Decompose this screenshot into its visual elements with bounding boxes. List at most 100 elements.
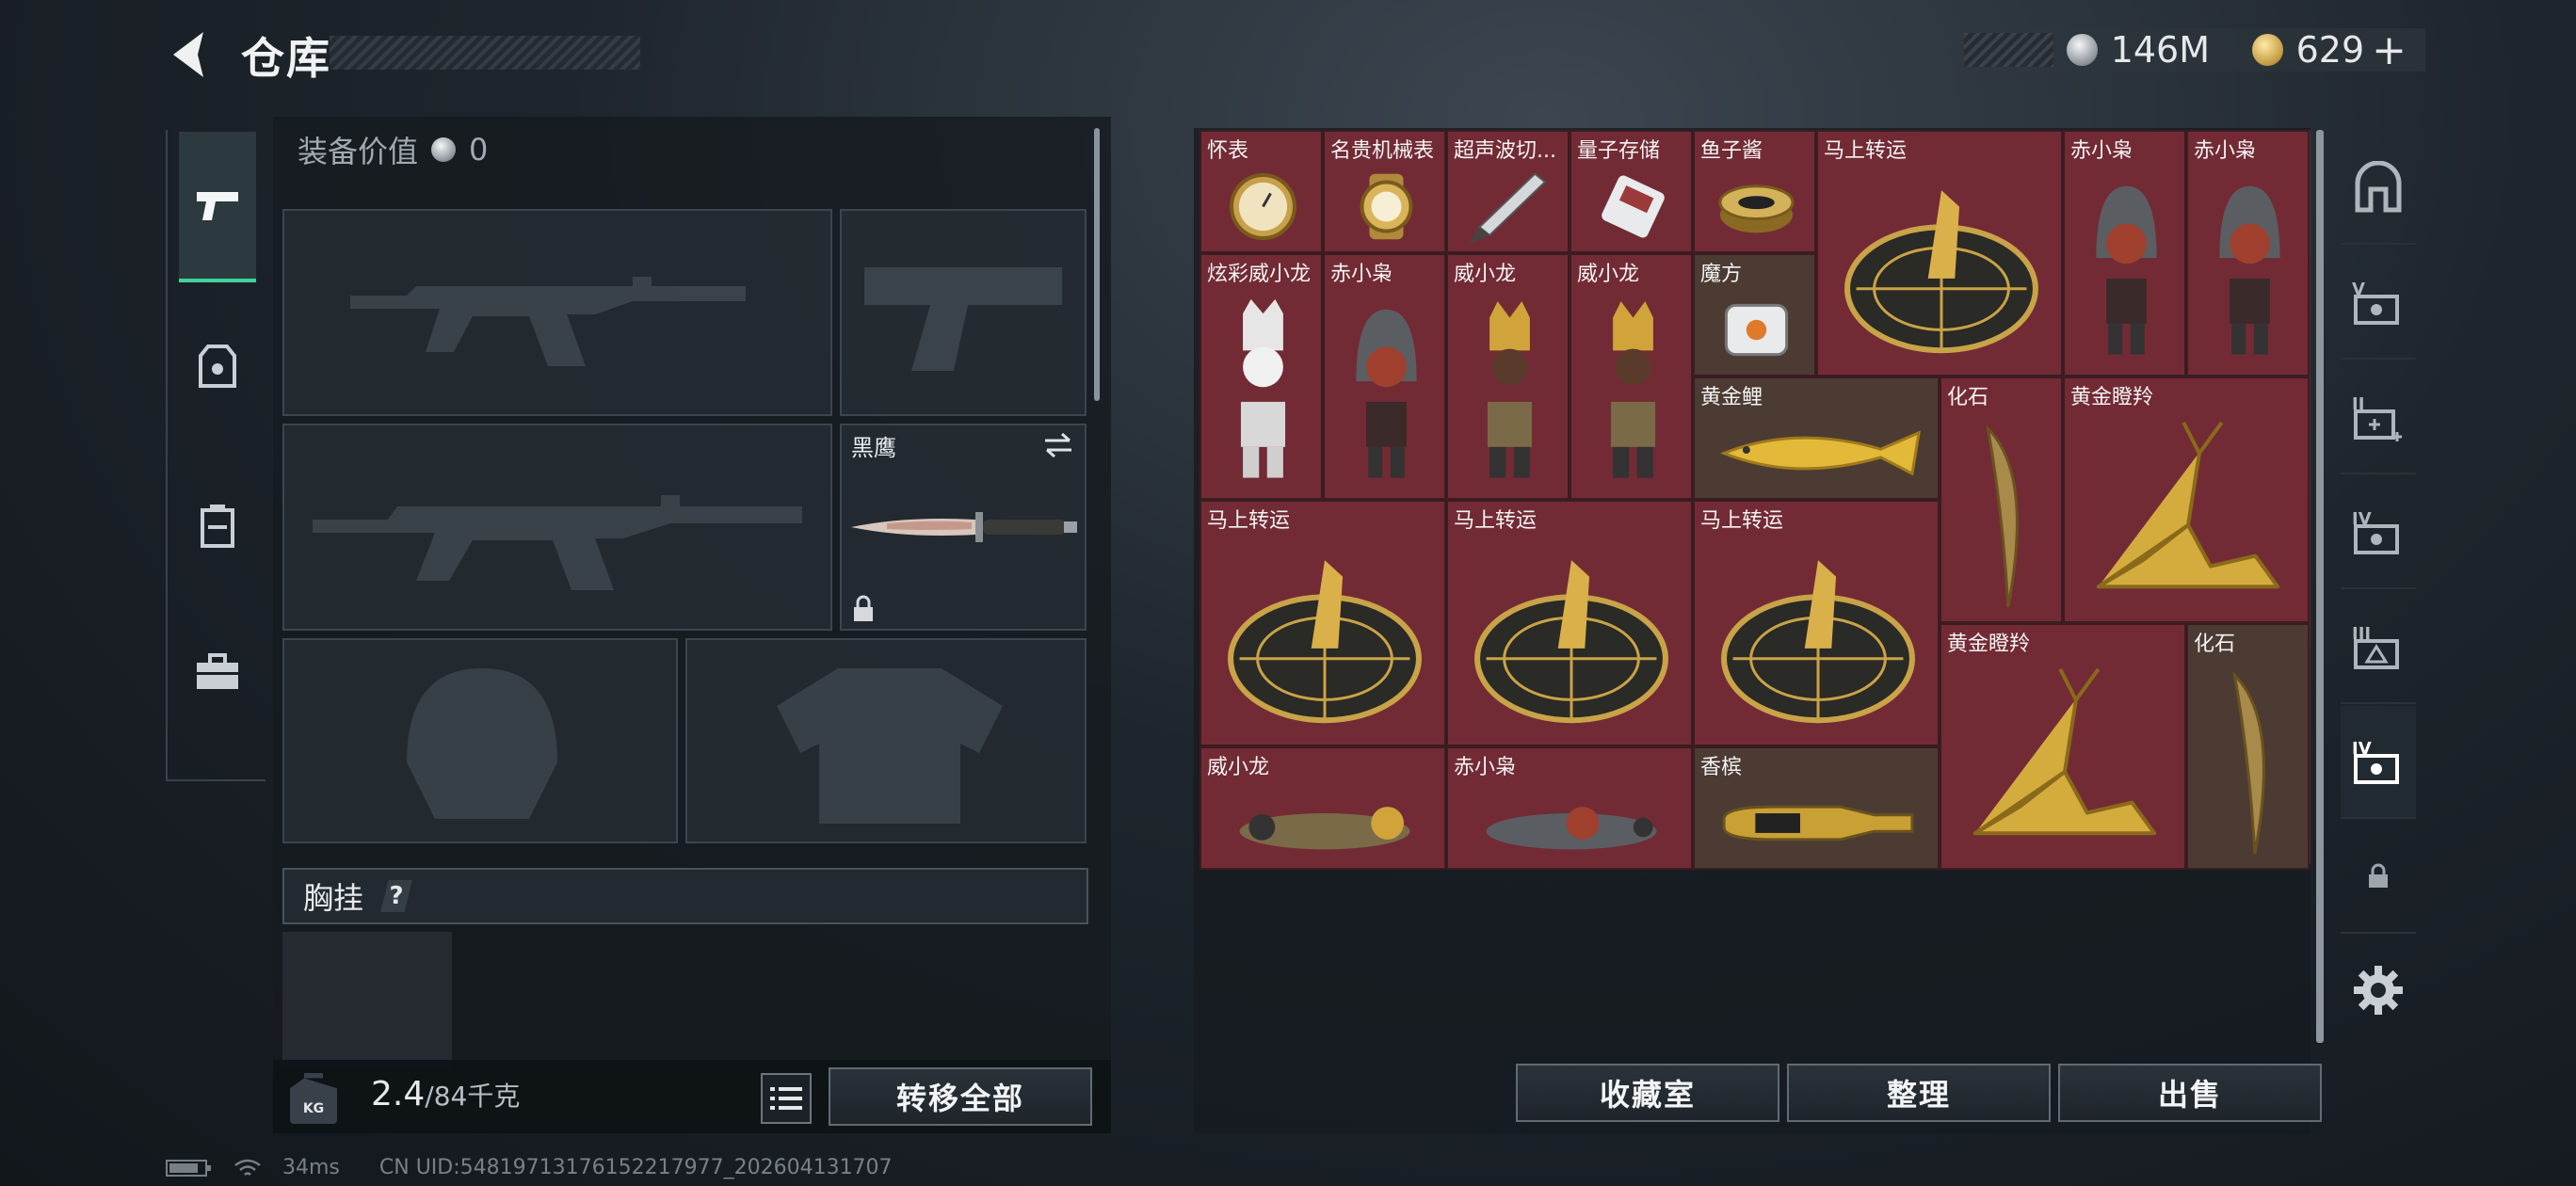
tab-all-stash[interactable] bbox=[2341, 132, 2416, 245]
equipment-footer: KG 2.4/84千克 转移全部 bbox=[273, 1060, 1111, 1133]
stash-item-label: 炫彩威小龙 bbox=[1207, 263, 1312, 286]
briefcase-icon bbox=[197, 653, 238, 689]
title-decoration bbox=[330, 36, 640, 70]
fossil-claw-icon bbox=[2232, 671, 2265, 855]
stash-grid: 怀表 名贵机械表 超声波切... 量子存储 鱼子酱 马上转运 赤小枭 赤小枭 炫彩威小龙 赤小枭威… bbox=[1199, 130, 2310, 870]
stash-item[interactable]: 化石 bbox=[2186, 623, 2310, 870]
chest-rig-header: 胸挂 ? bbox=[282, 868, 1088, 924]
tab-backpack[interactable] bbox=[179, 450, 256, 601]
stash-item[interactable]: 赤小枭 bbox=[1446, 746, 1693, 870]
melee-item-name: 黑鹰 bbox=[851, 435, 896, 461]
golden-gazelle-icon bbox=[2096, 421, 2280, 589]
carry-weight: 2.4/84千克 bbox=[371, 1075, 520, 1114]
organize-button[interactable]: 整理 bbox=[1787, 1064, 2051, 1122]
equipment-scrollbar[interactable] bbox=[1094, 128, 1100, 401]
stash-iv-icon: IV bbox=[2352, 509, 2399, 554]
stash-item-label: 黄金瞪羚 bbox=[2070, 386, 2154, 409]
stash-item[interactable]: 怀表 bbox=[1199, 130, 1323, 253]
equipment-value-label: 装备价值 bbox=[298, 134, 419, 169]
gold-add-button[interactable]: + bbox=[2372, 26, 2407, 74]
stash-item[interactable]: 赤小枭 bbox=[2063, 130, 2186, 377]
list-view-button[interactable] bbox=[761, 1073, 812, 1124]
battery-icon bbox=[166, 1159, 211, 1177]
settings-button[interactable] bbox=[2341, 934, 2416, 1047]
stash-item-label: 量子存储 bbox=[1577, 139, 1661, 163]
stash-item[interactable]: 威小龙 bbox=[1199, 746, 1446, 870]
stash-item[interactable]: 量子存储 bbox=[1570, 130, 1693, 253]
currency-decoration bbox=[1964, 33, 2054, 67]
tab-stash-v[interactable]: V bbox=[2341, 247, 2416, 360]
fortune-wheel-icon bbox=[1474, 560, 1668, 724]
pistol-slot[interactable] bbox=[840, 209, 1087, 416]
stash-v-icon: V bbox=[2352, 280, 2399, 325]
fossil-claw-icon bbox=[1986, 425, 2019, 608]
collection-room-button[interactable]: 收藏室 bbox=[1516, 1064, 1779, 1122]
armor-silhouette-icon bbox=[777, 668, 1003, 824]
status-bar: 34ms CN UID:548197131761522179​77_202604… bbox=[166, 1156, 893, 1179]
tab-weapons[interactable] bbox=[179, 132, 256, 282]
sell-button[interactable]: 出售 bbox=[2058, 1064, 2322, 1122]
dragon-figure-icon bbox=[1487, 301, 1533, 478]
secondary-weapon-slot[interactable] bbox=[282, 424, 832, 631]
helmet-slot[interactable] bbox=[282, 638, 678, 843]
stash-item[interactable]: 马上转运 bbox=[1693, 500, 1940, 746]
stash-item[interactable]: 马上转运 bbox=[1199, 500, 1446, 746]
back-arrow-icon[interactable] bbox=[166, 28, 211, 81]
tab-stash-iv-active[interactable]: IV bbox=[2341, 706, 2416, 819]
tab-locked[interactable] bbox=[2341, 821, 2416, 934]
stash-scrollbar[interactable] bbox=[2316, 130, 2324, 1043]
caviar-icon bbox=[1718, 184, 1795, 233]
stash-item[interactable]: 超声波切... bbox=[1446, 130, 1570, 253]
stash-item[interactable]: 黄金瞪羚 bbox=[2063, 377, 2310, 623]
stash-item[interactable]: 香槟 bbox=[1693, 746, 1940, 870]
stash-item-label: 赤小枭 bbox=[1330, 263, 1393, 286]
body-armor-slot[interactable] bbox=[685, 638, 1087, 843]
stash-item[interactable]: 魔方 bbox=[1693, 253, 1816, 377]
stash-item[interactable]: 威小龙 bbox=[1570, 253, 1693, 500]
stash-item-label: 马上转运 bbox=[1700, 509, 1784, 533]
stash-item[interactable]: 炫彩威小龙 bbox=[1199, 253, 1323, 500]
list-icon bbox=[770, 1087, 802, 1110]
stash-item[interactable]: 鱼子酱 bbox=[1693, 130, 1816, 253]
stash-item-label: 马上转运 bbox=[1207, 509, 1291, 533]
stash-item-label: 赤小枭 bbox=[2194, 139, 2257, 163]
stash-item[interactable]: 赤小枭 bbox=[1323, 253, 1446, 500]
primary-weapon-slot[interactable] bbox=[282, 209, 832, 416]
luxury-watch-icon bbox=[1360, 173, 1413, 240]
help-icon[interactable]: ? bbox=[380, 880, 413, 912]
stash-item[interactable]: 马上转运 bbox=[1446, 500, 1693, 746]
stash-item-label: 香槟 bbox=[1700, 756, 1743, 779]
weight-icon: KG bbox=[290, 1073, 337, 1124]
chest-rig-slot[interactable] bbox=[282, 932, 452, 1069]
pocket-watch-icon bbox=[1230, 173, 1296, 240]
stash-item[interactable]: 威小龙 bbox=[1446, 253, 1570, 500]
ping-value: 34ms bbox=[282, 1156, 340, 1179]
stash-item[interactable]: 马上转运 bbox=[1816, 130, 2063, 377]
stash-item[interactable]: 化石 bbox=[1940, 377, 2063, 623]
tab-stash-iii[interactable]: III bbox=[2341, 591, 2416, 704]
melee-slot[interactable]: 黑鹰 bbox=[840, 424, 1087, 631]
lock-icon bbox=[2369, 863, 2388, 888]
stash-panel: 怀表 名贵机械表 超声波切... 量子存储 鱼子酱 马上转运 赤小枭 赤小枭 炫彩威小龙 赤小枭威… bbox=[1194, 128, 2322, 1133]
golden-carp-icon bbox=[1719, 430, 1922, 476]
stash-item[interactable]: 名贵机械表 bbox=[1323, 130, 1446, 253]
tab-case[interactable] bbox=[179, 597, 256, 747]
red-owl-figure-icon bbox=[2219, 185, 2280, 355]
stash-item[interactable]: 赤小枭 bbox=[2186, 130, 2310, 377]
swap-icon[interactable] bbox=[1041, 431, 1075, 459]
champagne-icon bbox=[1722, 805, 1914, 841]
stash-item-label: 名贵机械表 bbox=[1330, 139, 1435, 163]
tab-stash-ii[interactable]: II bbox=[2341, 361, 2416, 474]
stash-item-label: 马上转运 bbox=[1454, 509, 1538, 533]
tab-armor[interactable] bbox=[179, 292, 256, 442]
stash-iv-active-icon: IV bbox=[2352, 739, 2399, 784]
gold-amount: 629 bbox=[2295, 29, 2365, 71]
silver-dragon-figure-icon bbox=[1240, 298, 1286, 478]
transfer-all-button[interactable]: 转移全部 bbox=[829, 1067, 1092, 1126]
stash-item[interactable]: 黄金鲤 bbox=[1693, 377, 1940, 500]
silver-amount: 146M bbox=[2110, 29, 2211, 71]
lock-icon bbox=[854, 595, 873, 621]
stash-item[interactable]: 黄金瞪羚 bbox=[1940, 623, 2186, 870]
tab-stash-iv[interactable]: IV bbox=[2341, 476, 2416, 589]
magic-cube-icon bbox=[1724, 303, 1789, 357]
